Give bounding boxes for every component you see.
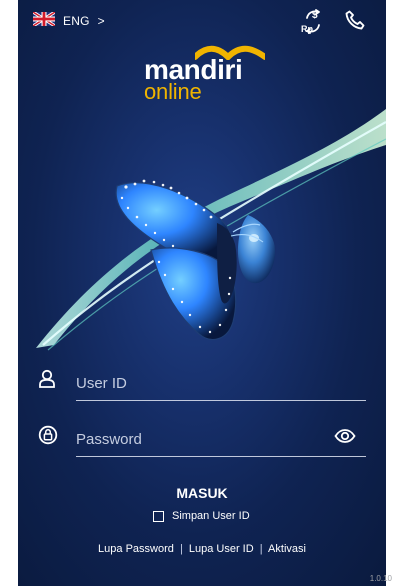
language-label: ENG <box>63 14 90 28</box>
user-icon <box>38 369 56 394</box>
call-button[interactable] <box>343 8 367 37</box>
login-screen: ENG > $ Rp mandiri online User ID MASUK … <box>18 0 386 586</box>
phone-icon <box>343 10 367 36</box>
remember-user-id[interactable]: Simpan User ID <box>153 507 250 525</box>
forgot-password-link[interactable]: Lupa Password <box>98 543 174 555</box>
eye-icon[interactable] <box>334 429 356 448</box>
user-id-field <box>38 367 366 401</box>
uk-flag-icon <box>32 10 56 31</box>
top-bar: ENG > $ Rp <box>18 0 386 44</box>
footer-separator: | <box>179 543 183 555</box>
app-version: 1.0.10 <box>369 574 392 583</box>
password-field <box>38 423 366 457</box>
footer-separator: | <box>259 543 263 555</box>
currency-exchange-icon: $ Rp <box>301 9 325 40</box>
password-input[interactable] <box>76 427 346 451</box>
language-selector[interactable]: ENG > <box>32 10 105 31</box>
mandiri-online-logo: mandiri online <box>144 42 274 108</box>
currency-exchange-button[interactable]: $ Rp <box>301 8 325 41</box>
brand-sub: online <box>144 79 202 104</box>
chevron-right-icon: > <box>97 14 105 28</box>
activation-link[interactable]: Aktivasi <box>268 543 306 555</box>
login-button[interactable]: MASUK <box>162 484 242 502</box>
lock-icon <box>38 425 58 450</box>
remember-label: Simpan User ID <box>172 510 250 522</box>
forgot-user-id-link[interactable]: Lupa User ID <box>189 543 254 555</box>
user-id-underline <box>76 400 366 401</box>
user-id-input[interactable] <box>76 371 346 395</box>
footer-links: Lupa Password | Lupa User ID | Aktivasi <box>18 543 386 555</box>
password-underline <box>76 456 366 457</box>
remember-checkbox[interactable] <box>153 510 164 522</box>
